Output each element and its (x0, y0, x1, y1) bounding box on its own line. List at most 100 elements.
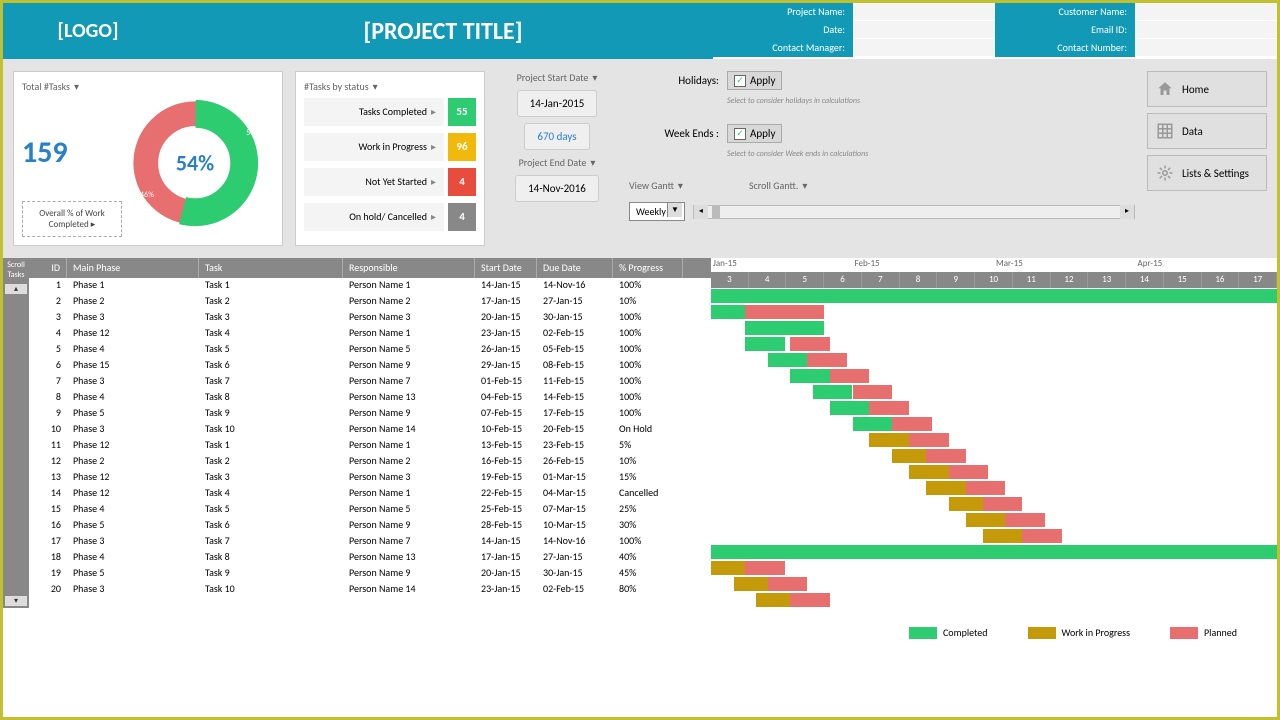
column-header[interactable]: Start Date (475, 258, 537, 278)
gantt-bar[interactable] (1005, 513, 1045, 527)
column-header[interactable]: Task (199, 258, 343, 278)
gantt-bar[interactable] (869, 401, 909, 415)
gantt-mode-select[interactable]: Weekly (629, 202, 685, 221)
meta-value[interactable] (853, 3, 995, 21)
table-row[interactable]: 10Phase 3Task 10Person Name 1410-Feb-152… (29, 422, 711, 438)
lists-settings-button[interactable]: Lists & Settings (1147, 155, 1267, 191)
meta-value[interactable] (853, 39, 995, 57)
month-label: Feb-15 (853, 258, 995, 272)
column-header[interactable]: Main Phase (67, 258, 199, 278)
table-row[interactable]: 20Phase 3Task 10Person Name 1423-Jan-150… (29, 582, 711, 598)
gantt-bar[interactable] (711, 545, 1277, 559)
gantt-bar[interactable] (711, 305, 745, 319)
table-row[interactable]: 11Phase 12Task 1Person Name 113-Feb-1523… (29, 438, 711, 454)
day-label: 12 (1051, 272, 1089, 288)
gantt-bar[interactable] (869, 433, 909, 447)
meta-label: Date: (713, 21, 853, 39)
start-date-dropdown[interactable]: Project Start Date (517, 71, 598, 84)
gantt-bar[interactable] (966, 513, 1006, 527)
gantt-bar[interactable] (1022, 529, 1062, 543)
table-row[interactable]: 3Phase 3Task 3Person Name 320-Jan-1530-J… (29, 310, 711, 326)
gantt-bar[interactable] (909, 433, 949, 447)
meta-value[interactable] (853, 21, 995, 39)
gantt-bar[interactable] (790, 337, 830, 351)
end-date-value[interactable]: 14-Nov-2016 (515, 175, 599, 202)
status-row[interactable]: Work in Progress (304, 133, 444, 161)
start-date-value[interactable]: 14-Jan-2015 (517, 90, 598, 117)
table-row[interactable]: 2Phase 2Task 2Person Name 217-Jan-1527-J… (29, 294, 711, 310)
gantt-bar[interactable] (768, 577, 808, 591)
meta-value[interactable] (1135, 39, 1277, 57)
total-tasks-dropdown[interactable]: Total #Tasks (22, 80, 122, 93)
overall-pct-label[interactable]: Overall % of Work Completed ▸ (22, 201, 122, 237)
column-header[interactable]: % Progress (613, 258, 683, 278)
header: [LOGO] [PROJECT TITLE] Project Name:Date… (3, 3, 1277, 59)
table-row[interactable]: 9Phase 5Task 9Person Name 907-Feb-1517-F… (29, 406, 711, 422)
status-count: 96 (448, 133, 476, 161)
status-row[interactable]: Tasks Completed (304, 98, 444, 126)
meta-left: Project Name:Date:Contact Manager: (713, 3, 995, 59)
table-row[interactable]: 18Phase 4Task 8Person Name 1317-Jan-1527… (29, 550, 711, 566)
table-row[interactable]: 13Phase 12Task 3Person Name 319-Feb-1501… (29, 470, 711, 486)
gantt-bar[interactable] (711, 289, 1277, 303)
status-row[interactable]: On hold/ Cancelled (304, 203, 444, 231)
scroll-right-icon[interactable]: ▸ (1120, 205, 1134, 219)
home-icon (1156, 80, 1174, 98)
meta-value[interactable] (1135, 3, 1277, 21)
gantt-bar[interactable] (853, 417, 893, 431)
gantt-bar[interactable] (926, 481, 966, 495)
scroll-gantt-dropdown[interactable]: Scroll Gantt. (749, 179, 807, 192)
table-row[interactable]: 16Phase 5Task 6Person Name 928-Feb-1510-… (29, 518, 711, 534)
gantt-bar[interactable] (813, 385, 853, 399)
gantt-bar[interactable] (909, 465, 949, 479)
gantt-bar[interactable] (892, 417, 932, 431)
table-row[interactable]: 17Phase 3Task 7Person Name 714-Jan-1514-… (29, 534, 711, 550)
gantt-bar[interactable] (711, 561, 745, 575)
table-row[interactable]: 5Phase 4Task 5Person Name 526-Jan-1505-F… (29, 342, 711, 358)
gantt-bar[interactable] (745, 561, 785, 575)
data-button[interactable]: Data (1147, 113, 1267, 149)
legend-item: Work in Progress (1028, 626, 1130, 639)
gantt-bar[interactable] (983, 529, 1023, 543)
gantt-bar[interactable] (745, 337, 785, 351)
gantt-bar[interactable] (926, 449, 966, 463)
dates-panel: Project Start Date 14-Jan-2015 670 days … (497, 71, 617, 246)
table-row[interactable]: 19Phase 5Task 9Person Name 920-Jan-1530-… (29, 566, 711, 582)
gantt-bar[interactable] (790, 593, 830, 607)
scroll-tasks-label[interactable]: Scroll Tasks ▴ ▾ (3, 258, 29, 608)
table-row[interactable]: 15Phase 4Task 5Person Name 525-Feb-1507-… (29, 502, 711, 518)
gantt-bar[interactable] (745, 321, 824, 335)
home-button[interactable]: Home (1147, 71, 1267, 107)
table-row[interactable]: 7Phase 3Task 7Person Name 701-Feb-1511-F… (29, 374, 711, 390)
gantt-scrollbar[interactable]: ◂ ▸ (693, 205, 1135, 219)
meta-value[interactable] (1135, 21, 1277, 39)
table-row[interactable]: 8Phase 4Task 8Person Name 1304-Feb-1514-… (29, 390, 711, 406)
weekends-apply-button[interactable]: ✓Apply (727, 124, 782, 143)
scroll-left-icon[interactable]: ◂ (694, 205, 708, 219)
table-row[interactable]: 14Phase 12Task 4Person Name 122-Feb-1504… (29, 486, 711, 502)
gantt-bar[interactable] (745, 305, 824, 319)
column-header[interactable]: Responsible (343, 258, 475, 278)
table-row[interactable]: 6Phase 15Task 6Person Name 929-Jan-1508-… (29, 358, 711, 374)
table-row[interactable]: 1Phase 1Task 1Person Name 114-Jan-1514-N… (29, 278, 711, 294)
gantt-bar[interactable] (853, 385, 893, 399)
gantt-bar[interactable] (830, 369, 870, 383)
view-gantt-dropdown[interactable]: View Gantt (629, 179, 683, 192)
holidays-apply-button[interactable]: ✓Apply (727, 71, 782, 90)
table-row[interactable]: 4Phase 12Task 4Person Name 123-Jan-1502-… (29, 326, 711, 342)
holidays-label: Holidays: (629, 74, 719, 87)
gantt-bar[interactable] (830, 401, 870, 415)
end-date-dropdown[interactable]: Project End Date (519, 156, 596, 169)
gantt-bar[interactable] (768, 353, 808, 367)
status-row[interactable]: Not Yet Started (304, 168, 444, 196)
gantt-bar[interactable] (966, 481, 1006, 495)
column-header[interactable]: ID (29, 258, 67, 278)
table-row[interactable]: 12Phase 2Task 2Person Name 216-Feb-1526-… (29, 454, 711, 470)
column-header[interactable]: Due Date (537, 258, 613, 278)
gantt-bar[interactable] (807, 353, 847, 367)
status-dropdown[interactable]: #Tasks by status (304, 80, 476, 93)
gantt-bar[interactable] (790, 369, 830, 383)
gantt-bar[interactable] (983, 497, 1023, 511)
gantt-bar[interactable] (949, 465, 989, 479)
scroll-thumb[interactable] (712, 206, 720, 218)
